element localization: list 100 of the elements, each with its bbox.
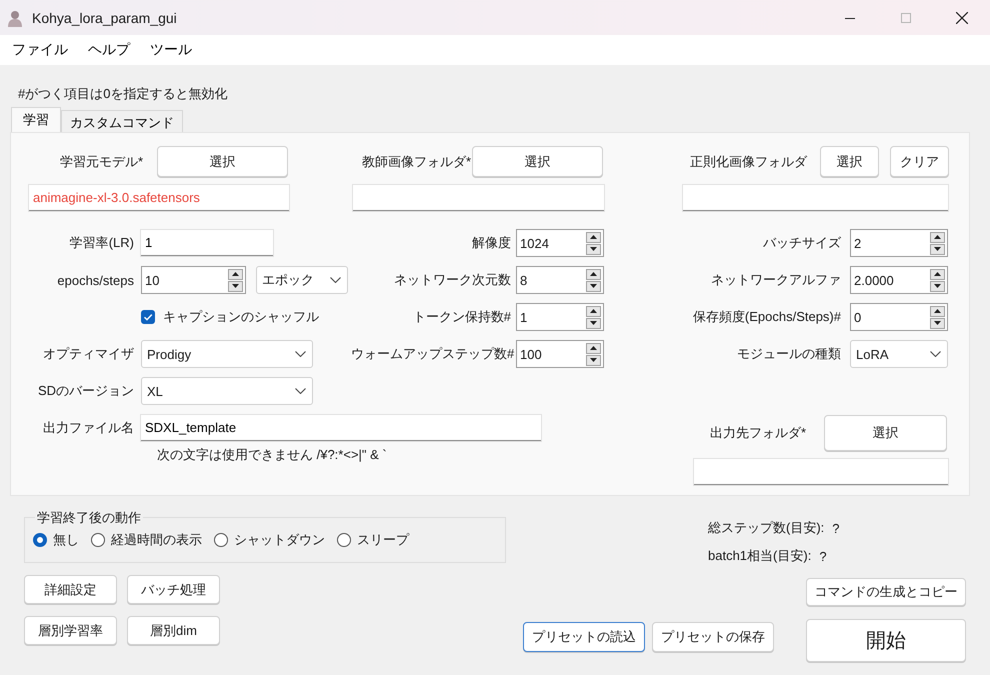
preset-button[interactable]: プリセットの読込 [523,622,645,652]
action-button[interactable]: 層別dim [127,616,220,645]
select-button[interactable]: クリア [890,146,949,177]
select-button[interactable]: 選択 [820,146,879,177]
chevron-down-icon [330,277,341,283]
spin-down-button[interactable] [586,318,601,328]
spin-down-button[interactable] [586,280,601,292]
path-field[interactable] [694,459,948,485]
radio-label[interactable]: 経過時間の表示 [111,531,202,549]
field-label: ネットワークアルファ [710,271,841,289]
radio-label[interactable]: スリープ [357,531,409,549]
down-arrow-icon [934,247,941,251]
text-field[interactable]: 1 [141,230,273,256]
dropdown[interactable]: Prodigy [141,340,313,368]
up-arrow-icon [934,309,941,313]
menu-item[interactable]: ファイル [4,41,80,59]
field-label: 教師画像フォルダ* [360,152,471,170]
text-field[interactable]: SDXL_template [141,415,541,441]
estimate-label: batch1相当(目安): [708,547,812,565]
radio-button[interactable] [91,533,105,547]
menu-item[interactable]: ツール [142,41,204,59]
maximize-icon [901,12,911,22]
hint-text: 次の文字は使用できません /¥?:*<>|" & ` [157,447,387,463]
up-arrow-icon [590,272,597,276]
field-label: 出力ファイル名 [42,419,134,437]
spin-box[interactable]: 1024 [516,229,604,257]
radio-button[interactable] [33,533,47,547]
path-field[interactable] [683,185,948,211]
field-label: 出力先フォルダ* [708,424,806,442]
up-arrow-icon [590,235,597,239]
spin-up-button[interactable] [586,306,601,316]
down-arrow-icon [590,284,597,288]
checkbox-label[interactable]: キャプションのシャッフル [163,308,319,326]
dropdown-value: LoRA [856,346,889,362]
field-label: 学習率(LR) [68,234,134,252]
down-arrow-icon [232,284,239,288]
field-label: 保存頻度(Epochs/Steps)# [692,308,841,326]
spin-up-button[interactable] [228,268,243,280]
copy-command-button[interactable]: コマンドの生成とコピー [806,578,966,606]
spin-box[interactable]: 10 [141,266,246,294]
action-button[interactable]: バッチ処理 [127,575,220,604]
spin-up-button[interactable] [930,268,945,280]
up-arrow-icon [934,235,941,239]
field-label: 学習元モデル* [58,152,143,170]
select-button[interactable]: 選択 [824,415,947,451]
up-arrow-icon [934,272,941,276]
spin-box[interactable]: 0 [850,303,948,331]
radio-button[interactable] [337,533,351,547]
spin-up-button[interactable] [930,232,945,242]
spin-down-button[interactable] [586,244,601,254]
group-title: 学習終了後の動作 [35,509,143,527]
note-text: #がつく項目は0を指定すると無効化 [17,85,228,103]
spin-up-button[interactable] [586,232,601,242]
radio-label[interactable]: 無し [53,531,79,549]
path-field[interactable]: animagine-xl-3.0.safetensors [29,185,289,211]
spin-box[interactable]: 1 [516,303,604,331]
window-title: Kohya_lora_param_gui [32,10,177,26]
field-label: SDのバージョン [36,382,134,400]
field-label: トークン保持数# [412,308,511,326]
estimate-value: ? [832,520,840,536]
spin-up-button[interactable] [586,268,601,280]
dropdown[interactable]: LoRA [850,340,948,368]
radio-label[interactable]: シャットダウン [234,531,325,549]
spin-down-button[interactable] [228,280,243,292]
spin-box[interactable]: 100 [516,340,604,368]
field-label: ネットワーク次元数 [393,271,511,289]
spin-down-button[interactable] [930,244,945,254]
menu-item[interactable]: ヘルプ [80,41,142,59]
spin-down-button[interactable] [930,318,945,328]
action-button[interactable]: 詳細設定 [24,575,117,604]
dropdown-value: エポック [262,271,314,289]
tab[interactable]: カスタムコマンド [61,110,183,132]
radio-button[interactable] [214,533,228,547]
preset-button[interactable]: プリセットの保存 [652,622,774,652]
spin-box[interactable]: 2.0000 [850,266,948,294]
checkbox[interactable] [141,310,155,324]
field-label: オプティマイザ [42,345,134,363]
path-field[interactable] [353,185,604,211]
up-arrow-icon [590,309,597,313]
spin-down-button[interactable] [586,354,601,366]
checkmark-icon [142,311,154,323]
action-button[interactable]: 層別学習率 [24,616,117,645]
down-arrow-icon [590,247,597,251]
estimate-label: 総ステップ数(目安): [708,519,824,537]
field-label: 正則化画像フォルダ [689,152,807,170]
select-button[interactable]: 選択 [472,146,603,177]
spin-up-button[interactable] [586,342,601,354]
chevron-down-icon [295,351,306,357]
spin-box[interactable]: 8 [516,266,604,294]
select-button[interactable]: 選択 [157,146,288,177]
dropdown[interactable]: XL [141,377,313,405]
spin-box[interactable]: 2 [850,229,948,257]
start-button[interactable]: 開始 [806,619,966,662]
dropdown[interactable]: エポック [256,266,348,294]
chevron-down-icon [295,388,306,394]
field-label: epochs/steps [56,272,134,288]
chevron-down-icon [930,351,941,357]
spin-down-button[interactable] [930,280,945,292]
spin-up-button[interactable] [930,306,945,316]
tab[interactable]: 学習 [11,107,61,132]
